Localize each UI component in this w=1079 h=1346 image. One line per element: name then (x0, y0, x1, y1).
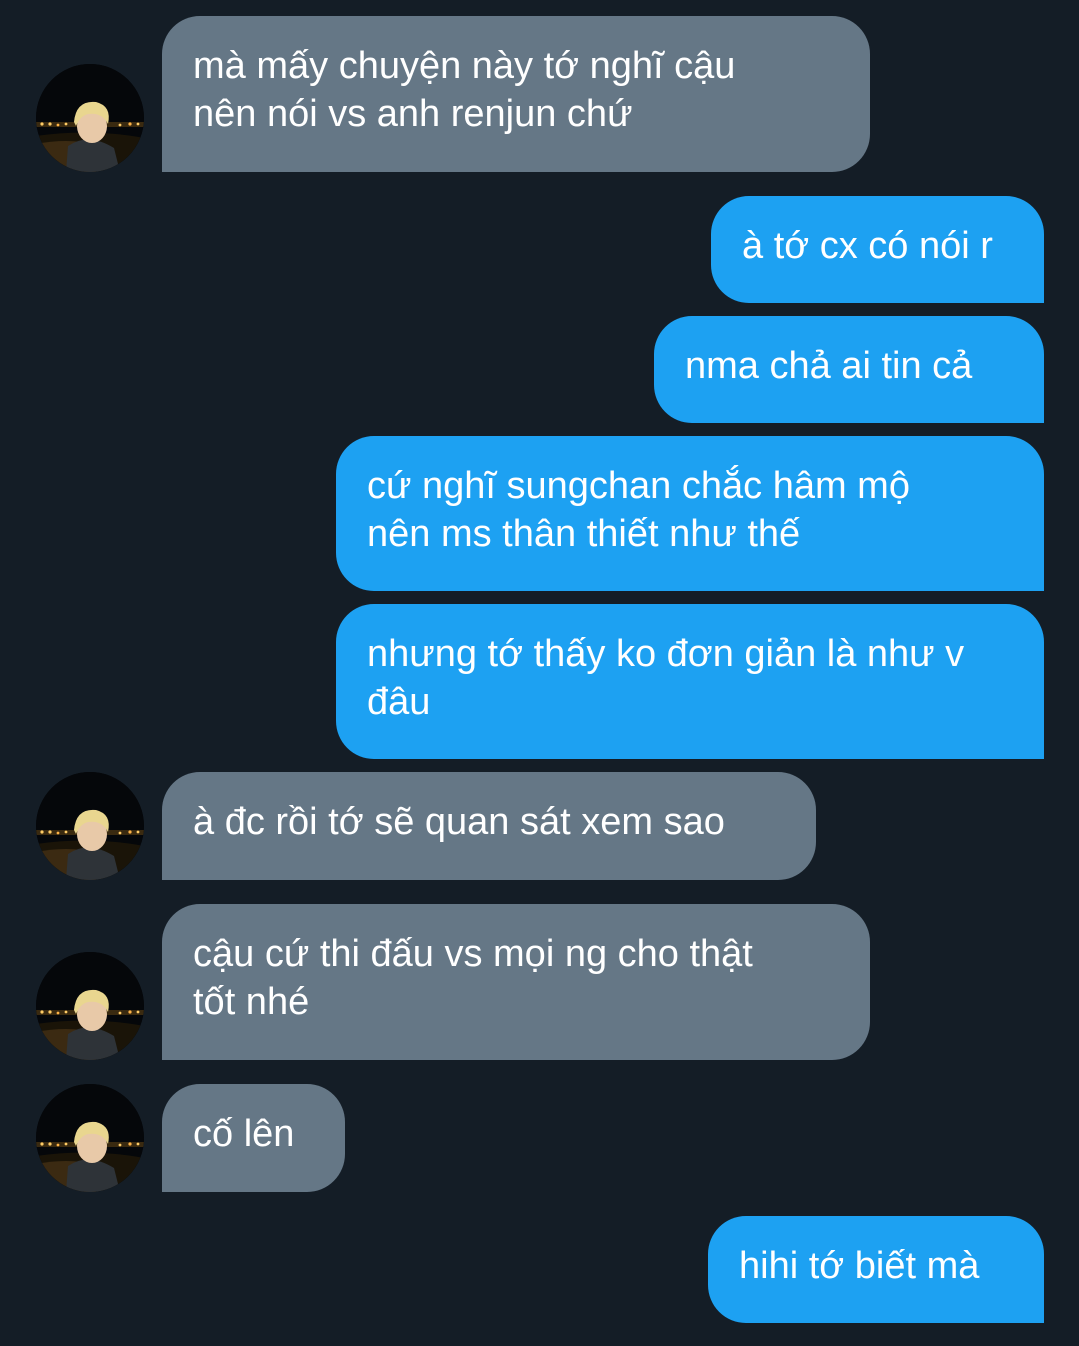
avatar-photo-icon (36, 952, 144, 1060)
message-bubble-received[interactable]: à đc rồi tớ sẽ quan sát xem sao (162, 772, 816, 880)
contact-avatar[interactable] (36, 64, 144, 172)
contact-avatar[interactable] (36, 772, 144, 880)
message-bubble-sent[interactable]: hihi tớ biết mà (708, 1216, 1044, 1323)
message-bubble-received[interactable]: cậu cứ thi đấu vs mọi ng cho thật tốt nh… (162, 904, 870, 1060)
avatar-photo-icon (36, 772, 144, 880)
avatar-photo-icon (36, 1084, 144, 1192)
message-bubble-sent[interactable]: nma chả ai tin cả (654, 316, 1044, 423)
contact-avatar[interactable] (36, 952, 144, 1060)
message-bubble-received[interactable]: mà mấy chuyện này tớ nghĩ cậu nên nói vs… (162, 16, 870, 172)
message-bubble-sent[interactable]: à tớ cx có nói r (711, 196, 1044, 303)
avatar-photo-icon (36, 64, 144, 172)
message-bubble-received[interactable]: cố lên (162, 1084, 345, 1192)
message-bubble-sent[interactable]: cứ nghĩ sungchan chắc hâm mộ nên ms thân… (336, 436, 1044, 591)
contact-avatar[interactable] (36, 1084, 144, 1192)
message-bubble-sent[interactable]: nhưng tớ thấy ko đơn giản là như v đâu (336, 604, 1044, 759)
